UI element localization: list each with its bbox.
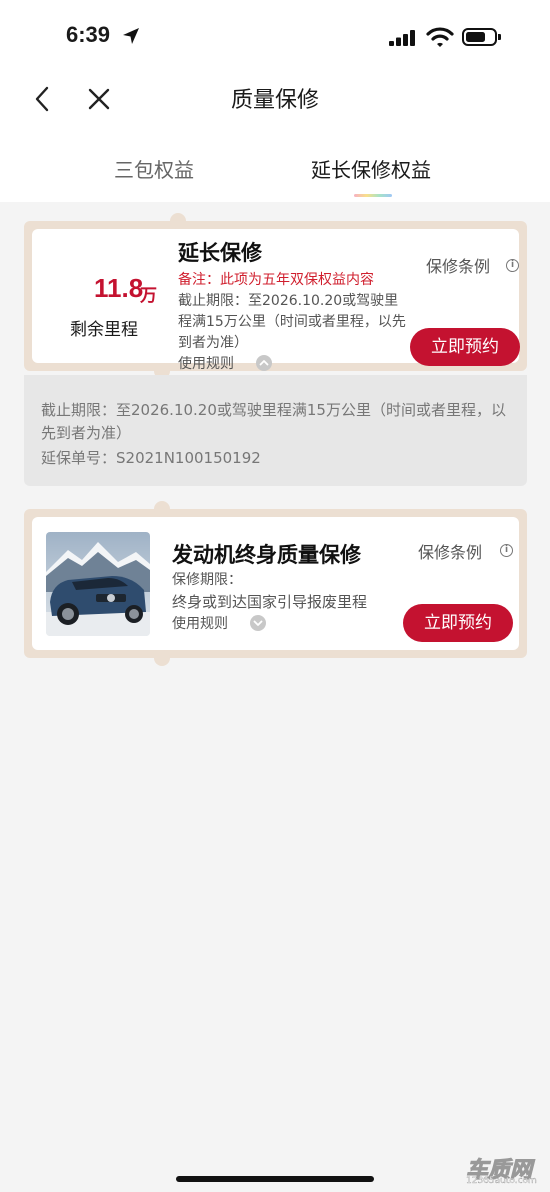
warranty-terms-link[interactable]: 保修条例 — [426, 253, 490, 277]
ticket-notch — [170, 213, 186, 229]
usage-rules-toggle[interactable]: 使用规则 — [178, 353, 234, 373]
detail-deadline: 截止期限：至2026.10.20或驾驶里程满15万公里（时间或者里程，以先到者为… — [41, 401, 506, 442]
extended-warranty-title: 延长保修 — [178, 241, 262, 265]
remaining-mileage-value: 11.8 — [94, 273, 144, 303]
extended-warranty-note: 备注：此项为五年双保权益内容 — [178, 272, 374, 288]
cellular-signal-icon — [389, 30, 415, 46]
remaining-mileage-unit: 万 — [140, 286, 157, 306]
tab-bar: 三包权益 延长保修权益 — [0, 130, 550, 202]
chevron-up-icon[interactable] — [256, 355, 272, 371]
page-title: 质量保修 — [230, 88, 319, 113]
active-tab-indicator — [354, 194, 392, 197]
ticket-notch — [154, 501, 170, 517]
remaining-mileage-label: 剩余里程 — [70, 320, 138, 340]
warranty-terms-link[interactable]: 保修条例 — [418, 539, 482, 563]
warranty-period-label: 保修期限： — [172, 572, 242, 588]
book-now-button[interactable]: 立即预约 — [410, 328, 520, 366]
ticket-notch — [154, 650, 170, 666]
watermark-url: 12365auto.com — [466, 1176, 537, 1186]
warranty-period-value: 终身或到达国家引导报废里程 — [172, 593, 368, 611]
battery-icon — [462, 28, 501, 46]
car-photo — [46, 532, 150, 636]
usage-rules-toggle[interactable]: 使用规则 — [172, 613, 228, 633]
warranty-order-number: 延保单号：S2021N100150192 — [41, 449, 261, 467]
watermark-logo: 车质网 12365auto.com — [460, 1152, 546, 1188]
wifi-icon — [426, 27, 454, 47]
engine-warranty-card-body: 发动机终身质量保修 保修期限： 终身或到达国家引导报废里程 使用规则 保修条例 … — [32, 517, 519, 650]
status-time: 6:39 — [66, 22, 111, 47]
status-bar: 6:39 — [0, 0, 550, 70]
info-icon[interactable]: i — [506, 259, 519, 272]
usage-rules-panel: 截止期限：至2026.10.20或驾驶里程满15万公里（时间或者里程，以先到者为… — [24, 375, 527, 486]
engine-warranty-card: 发动机终身质量保修 保修期限： 终身或到达国家引导报废里程 使用规则 保修条例 … — [24, 501, 527, 666]
location-arrow-icon — [123, 28, 139, 44]
info-icon[interactable]: i — [500, 544, 513, 557]
engine-warranty-title: 发动机终身质量保修 — [172, 543, 361, 567]
nav-bar: 质量保修 — [0, 70, 550, 130]
home-indicator — [176, 1176, 374, 1182]
tab-extended-warranty[interactable]: 延长保修权益 — [311, 154, 431, 183]
chevron-down-icon[interactable] — [250, 615, 266, 631]
book-now-button[interactable]: 立即预约 — [403, 604, 513, 642]
extended-warranty-card-body: 11.8 万 剩余里程 延长保修 备注：此项为五年双保权益内容 截止期限：至20… — [32, 229, 520, 372]
extended-warranty-card: 11.8 万 剩余里程 延长保修 备注：此项为五年双保权益内容 截止期限：至20… — [24, 213, 527, 379]
extended-warranty-deadline: 截止期限：至2026.10.20或驾驶里程满15万公里（时间或者里程，以先到者为… — [178, 293, 406, 351]
tab-three-guarantees[interactable]: 三包权益 — [114, 154, 194, 183]
